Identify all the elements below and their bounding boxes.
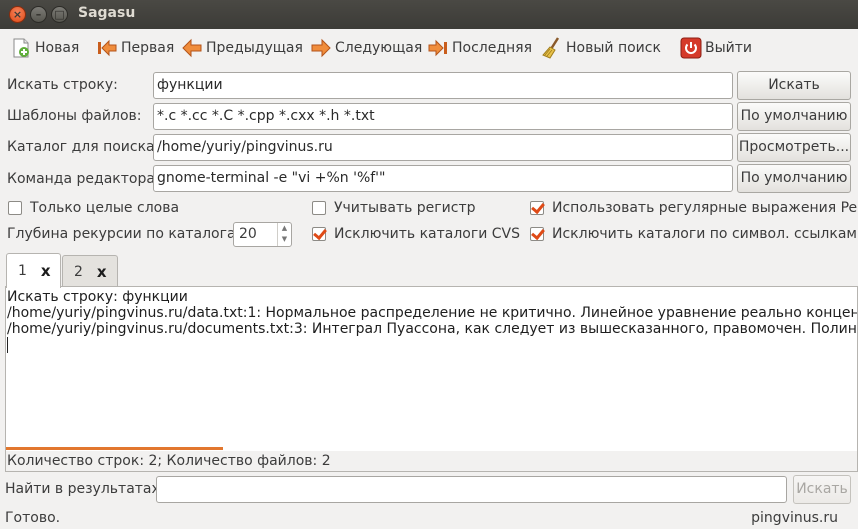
whole-words-checkbox[interactable]: Только целые слова [8, 200, 179, 216]
editor-command-input[interactable]: gnome-terminal -e "vi +%n '%f'" [153, 165, 733, 192]
patterns-default-button[interactable]: По умолчанию [737, 102, 851, 131]
broom-icon [542, 37, 560, 59]
search-button[interactable]: Искать [737, 71, 851, 100]
find-in-results-label: Найти в результатах: [5, 481, 165, 497]
next-button[interactable]: Следующая [310, 36, 422, 60]
power-icon [680, 37, 702, 59]
status-bar: Готово. pingvinus.ru [0, 507, 858, 529]
recursion-depth-label: Глубина рекурсии по каталогам: [7, 226, 251, 242]
file-patterns-input[interactable]: *.c *.cc *.C *.cpp *.cxx *.h *.txt [153, 103, 733, 130]
tab-2-close-icon[interactable]: x [97, 263, 107, 281]
tab-1-close-icon[interactable]: x [41, 262, 51, 280]
tab-1-label: 1 [18, 263, 27, 279]
previous-button[interactable]: Предыдущая [181, 36, 303, 60]
search-progress-bar [6, 447, 223, 450]
last-button[interactable]: Последняя [427, 36, 532, 60]
results-panel: Искать строку: функции /home/yuriy/pingv… [5, 286, 858, 472]
next-label: Следующая [335, 40, 423, 56]
tab-1[interactable]: 1 x [6, 253, 61, 288]
exclude-cvs-checkbox[interactable]: Исключить каталоги CVS [312, 226, 520, 242]
browse-button[interactable]: Просмотреть... [737, 133, 851, 162]
editor-default-button[interactable]: По умолчанию [737, 164, 851, 193]
first-arrow-icon [98, 39, 117, 57]
status-site: pingvinus.ru [751, 510, 838, 526]
window-maximize-button[interactable]: □ [51, 6, 68, 23]
match-case-checkbox[interactable]: Учитывать регистр [312, 200, 476, 216]
spinner-arrows-icon[interactable]: ▲ ▼ [277, 223, 291, 246]
last-arrow-icon [428, 39, 447, 57]
previous-label: Предыдущая [206, 40, 303, 56]
find-in-results-input[interactable] [156, 476, 787, 503]
window-title: Sagasu [78, 5, 136, 21]
regex-label: Использовать регулярные выражения Perl [552, 200, 858, 216]
exclude-symlinks-checkbox[interactable]: Исключить каталоги по символ. ссылкам [530, 226, 857, 242]
exclude-cvs-label: Исключить каталоги CVS [334, 226, 521, 242]
title-bar: × – □ Sagasu [0, 0, 858, 29]
editor-command-label: Команда редактора: [7, 171, 160, 187]
new-search-button[interactable]: Новый поиск [541, 36, 661, 60]
window-minimize-button[interactable]: – [30, 6, 47, 23]
tab-2[interactable]: 2 x [62, 255, 118, 287]
recursion-depth-value[interactable]: 20 [239, 226, 257, 242]
whole-words-box[interactable] [8, 201, 22, 215]
exclude-cvs-box[interactable] [312, 227, 326, 241]
results-line: /home/yuriy/pingvinus.ru/documents.txt:3… [7, 321, 857, 337]
search-directory-input[interactable]: /home/yuriy/pingvinus.ru [153, 134, 733, 161]
quit-label: Выйти [705, 40, 753, 56]
recursion-depth-spinner[interactable]: 20 ▲ ▼ [233, 222, 292, 247]
first-button[interactable]: Первая [96, 36, 174, 60]
match-case-label: Учитывать регистр [334, 200, 476, 216]
new-button[interactable]: Новая [10, 36, 79, 60]
new-label: Новая [35, 40, 80, 56]
text-cursor [7, 337, 8, 353]
search-directory-label: Каталог для поиска: [7, 139, 160, 155]
results-line: Искать строку: функции [7, 289, 188, 305]
regex-checkbox[interactable]: Использовать регулярные выражения Perl [530, 200, 858, 216]
tab-2-label: 2 [74, 263, 83, 280]
quit-button[interactable]: Выйти [680, 36, 752, 60]
results-count: Количество строк: 2; Количество файлов: … [6, 451, 857, 471]
toolbar: Новая Первая Предыдущая Следующая Послед… [0, 29, 858, 67]
new-search-label: Новый поиск [566, 40, 661, 56]
first-label: Первая [121, 40, 175, 56]
file-patterns-label: Шаблоны файлов: [7, 108, 142, 124]
window-close-button[interactable]: × [9, 6, 26, 23]
whole-words-label: Только целые слова [30, 200, 180, 216]
results-text[interactable]: Искать строку: функции /home/yuriy/pingv… [7, 289, 857, 445]
new-document-icon [13, 38, 29, 58]
search-string-label: Искать строку: [7, 77, 118, 93]
regex-box[interactable] [530, 201, 544, 215]
match-case-box[interactable] [312, 201, 326, 215]
previous-arrow-icon [182, 38, 202, 58]
last-label: Последняя [452, 40, 533, 56]
exclude-symlinks-label: Исключить каталоги по символ. ссылкам [552, 226, 857, 242]
search-string-input[interactable]: функции [153, 72, 733, 99]
find-in-results-button[interactable]: Искать [793, 475, 851, 504]
results-line: /home/yuriy/pingvinus.ru/data.txt:1: Нор… [7, 305, 857, 321]
next-arrow-icon [311, 38, 331, 58]
status-text: Готово. [5, 510, 61, 526]
exclude-symlinks-box[interactable] [530, 227, 544, 241]
